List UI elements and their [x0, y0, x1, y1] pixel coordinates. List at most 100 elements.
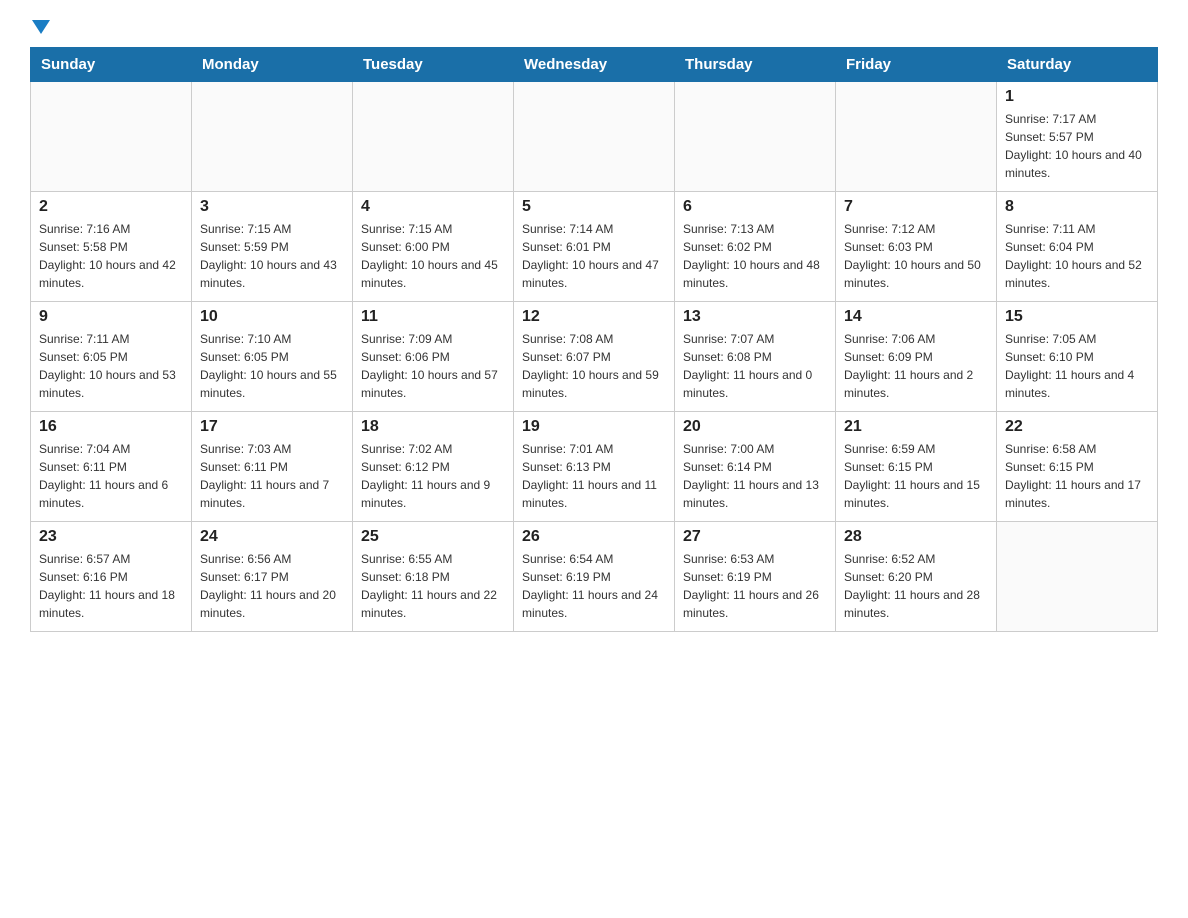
calendar-cell: 12 Sunrise: 7:08 AM Sunset: 6:07 PM Dayli… [514, 302, 675, 412]
calendar-cell: 10 Sunrise: 7:10 AM Sunset: 6:05 PM Dayli… [192, 302, 353, 412]
calendar-cell [997, 522, 1158, 632]
day-number: 13 [683, 308, 827, 326]
calendar-table: SundayMondayTuesdayWednesdayThursdayFrid… [30, 47, 1158, 632]
calendar-cell: 3Sunrise: 7:15 AM Sunset: 5:59 PM Daylig… [192, 192, 353, 302]
day-number: 15 [1005, 308, 1149, 326]
day-info: Sunrise: 7:07 AM Sunset: 6:08 PM Dayligh… [683, 332, 812, 400]
calendar-cell: 23Sunrise: 6:57 AM Sunset: 6:16 PM Dayli… [31, 522, 192, 632]
day-number: 27 [683, 528, 827, 546]
calendar-cell: 20 Sunrise: 7:00 AM Sunset: 6:14 PM Dayli… [675, 412, 836, 522]
day-number: 28 [844, 528, 988, 546]
day-info: Sunrise: 6:53 AM Sunset: 6:19 PM Dayligh… [683, 552, 819, 620]
calendar-cell [31, 82, 192, 192]
calendar-cell: 18Sunrise: 7:02 AM Sunset: 6:12 PM Dayli… [353, 412, 514, 522]
calendar-cell: 21Sunrise: 6:59 AM Sunset: 6:15 PM Dayli… [836, 412, 997, 522]
day-info: Sunrise: 7:05 AM Sunset: 6:10 PM Dayligh… [1005, 332, 1134, 400]
day-number: 18 [361, 418, 505, 436]
day-number: 4 [361, 198, 505, 216]
week-row-3: 9 Sunrise: 7:11 AM Sunset: 6:05 PM Daylig… [31, 302, 1158, 412]
week-row-4: 16 Sunrise: 7:04 AM Sunset: 6:11 PM Dayli… [31, 412, 1158, 522]
day-info: Sunrise: 7:06 AM Sunset: 6:09 PM Dayligh… [844, 332, 973, 400]
day-info: Sunrise: 7:14 AM Sunset: 6:01 PM Dayligh… [522, 222, 659, 290]
calendar-cell: 4 Sunrise: 7:15 AM Sunset: 6:00 PM Daylig… [353, 192, 514, 302]
calendar-cell: 7 Sunrise: 7:12 AM Sunset: 6:03 PM Daylig… [836, 192, 997, 302]
day-number: 5 [522, 198, 666, 216]
day-number: 3 [200, 198, 344, 216]
day-info: Sunrise: 7:01 AM Sunset: 6:13 PM Dayligh… [522, 442, 657, 510]
day-number: 22 [1005, 418, 1149, 436]
day-info: Sunrise: 6:54 AM Sunset: 6:19 PM Dayligh… [522, 552, 658, 620]
day-header-wednesday: Wednesday [514, 48, 675, 82]
calendar-cell: 28 Sunrise: 6:52 AM Sunset: 6:20 PM Dayli… [836, 522, 997, 632]
day-header-tuesday: Tuesday [353, 48, 514, 82]
day-info: Sunrise: 6:57 AM Sunset: 6:16 PM Dayligh… [39, 552, 175, 620]
day-number: 14 [844, 308, 988, 326]
day-number: 2 [39, 198, 183, 216]
calendar-cell: 1 Sunrise: 7:17 AM Sunset: 5:57 PM Daylig… [997, 82, 1158, 192]
day-info: Sunrise: 7:10 AM Sunset: 6:05 PM Dayligh… [200, 332, 337, 400]
day-header-friday: Friday [836, 48, 997, 82]
day-header-monday: Monday [192, 48, 353, 82]
calendar-cell: 16 Sunrise: 7:04 AM Sunset: 6:11 PM Dayli… [31, 412, 192, 522]
day-number: 20 [683, 418, 827, 436]
day-info: Sunrise: 7:12 AM Sunset: 6:03 PM Dayligh… [844, 222, 981, 290]
calendar-cell: 25 Sunrise: 6:55 AM Sunset: 6:18 PM Dayli… [353, 522, 514, 632]
calendar-cell: 17 Sunrise: 7:03 AM Sunset: 6:11 PM Dayli… [192, 412, 353, 522]
week-row-5: 23Sunrise: 6:57 AM Sunset: 6:16 PM Dayli… [31, 522, 1158, 632]
calendar-cell: 24 Sunrise: 6:56 AM Sunset: 6:17 PM Dayli… [192, 522, 353, 632]
day-header-thursday: Thursday [675, 48, 836, 82]
calendar-cell: 26 Sunrise: 6:54 AM Sunset: 6:19 PM Dayli… [514, 522, 675, 632]
calendar-cell: 13 Sunrise: 7:07 AM Sunset: 6:08 PM Dayli… [675, 302, 836, 412]
calendar-header: SundayMondayTuesdayWednesdayThursdayFrid… [31, 48, 1158, 82]
day-info: Sunrise: 7:08 AM Sunset: 6:07 PM Dayligh… [522, 332, 659, 400]
logo [30, 20, 50, 37]
day-info: Sunrise: 7:00 AM Sunset: 6:14 PM Dayligh… [683, 442, 819, 510]
day-info: Sunrise: 7:03 AM Sunset: 6:11 PM Dayligh… [200, 442, 329, 510]
day-info: Sunrise: 7:16 AM Sunset: 5:58 PM Dayligh… [39, 222, 176, 290]
day-number: 19 [522, 418, 666, 436]
calendar-cell [836, 82, 997, 192]
calendar-cell: 14 Sunrise: 7:06 AM Sunset: 6:09 PM Dayli… [836, 302, 997, 412]
day-number: 24 [200, 528, 344, 546]
week-row-1: 1 Sunrise: 7:17 AM Sunset: 5:57 PM Daylig… [31, 82, 1158, 192]
calendar-cell: 6 Sunrise: 7:13 AM Sunset: 6:02 PM Daylig… [675, 192, 836, 302]
day-number: 10 [200, 308, 344, 326]
day-info: Sunrise: 7:13 AM Sunset: 6:02 PM Dayligh… [683, 222, 820, 290]
day-header-saturday: Saturday [997, 48, 1158, 82]
day-info: Sunrise: 6:55 AM Sunset: 6:18 PM Dayligh… [361, 552, 497, 620]
calendar-cell: 22 Sunrise: 6:58 AM Sunset: 6:15 PM Dayli… [997, 412, 1158, 522]
day-number: 26 [522, 528, 666, 546]
calendar-cell: 2 Sunrise: 7:16 AM Sunset: 5:58 PM Daylig… [31, 192, 192, 302]
calendar-cell: 9 Sunrise: 7:11 AM Sunset: 6:05 PM Daylig… [31, 302, 192, 412]
day-info: Sunrise: 7:09 AM Sunset: 6:06 PM Dayligh… [361, 332, 498, 400]
day-number: 7 [844, 198, 988, 216]
logo-triangle-icon [32, 20, 50, 34]
calendar-cell: 15 Sunrise: 7:05 AM Sunset: 6:10 PM Dayli… [997, 302, 1158, 412]
day-number: 9 [39, 308, 183, 326]
day-number: 25 [361, 528, 505, 546]
calendar-body: 1 Sunrise: 7:17 AM Sunset: 5:57 PM Daylig… [31, 82, 1158, 632]
day-info: Sunrise: 6:52 AM Sunset: 6:20 PM Dayligh… [844, 552, 980, 620]
day-number: 1 [1005, 88, 1149, 106]
header-row: SundayMondayTuesdayWednesdayThursdayFrid… [31, 48, 1158, 82]
day-info: Sunrise: 6:56 AM Sunset: 6:17 PM Dayligh… [200, 552, 336, 620]
day-info: Sunrise: 7:15 AM Sunset: 6:00 PM Dayligh… [361, 222, 498, 290]
day-number: 12 [522, 308, 666, 326]
day-number: 21 [844, 418, 988, 436]
page-header [30, 20, 1158, 37]
day-info: Sunrise: 7:17 AM Sunset: 5:57 PM Dayligh… [1005, 112, 1142, 180]
day-number: 17 [200, 418, 344, 436]
day-number: 6 [683, 198, 827, 216]
calendar-cell: 11Sunrise: 7:09 AM Sunset: 6:06 PM Dayli… [353, 302, 514, 412]
day-number: 16 [39, 418, 183, 436]
day-info: Sunrise: 6:58 AM Sunset: 6:15 PM Dayligh… [1005, 442, 1141, 510]
calendar-cell [192, 82, 353, 192]
calendar-cell: 19 Sunrise: 7:01 AM Sunset: 6:13 PM Dayli… [514, 412, 675, 522]
calendar-cell [675, 82, 836, 192]
week-row-2: 2 Sunrise: 7:16 AM Sunset: 5:58 PM Daylig… [31, 192, 1158, 302]
day-info: Sunrise: 7:04 AM Sunset: 6:11 PM Dayligh… [39, 442, 168, 510]
day-info: Sunrise: 7:11 AM Sunset: 6:05 PM Dayligh… [39, 332, 176, 400]
calendar-cell [514, 82, 675, 192]
day-header-sunday: Sunday [31, 48, 192, 82]
day-number: 8 [1005, 198, 1149, 216]
